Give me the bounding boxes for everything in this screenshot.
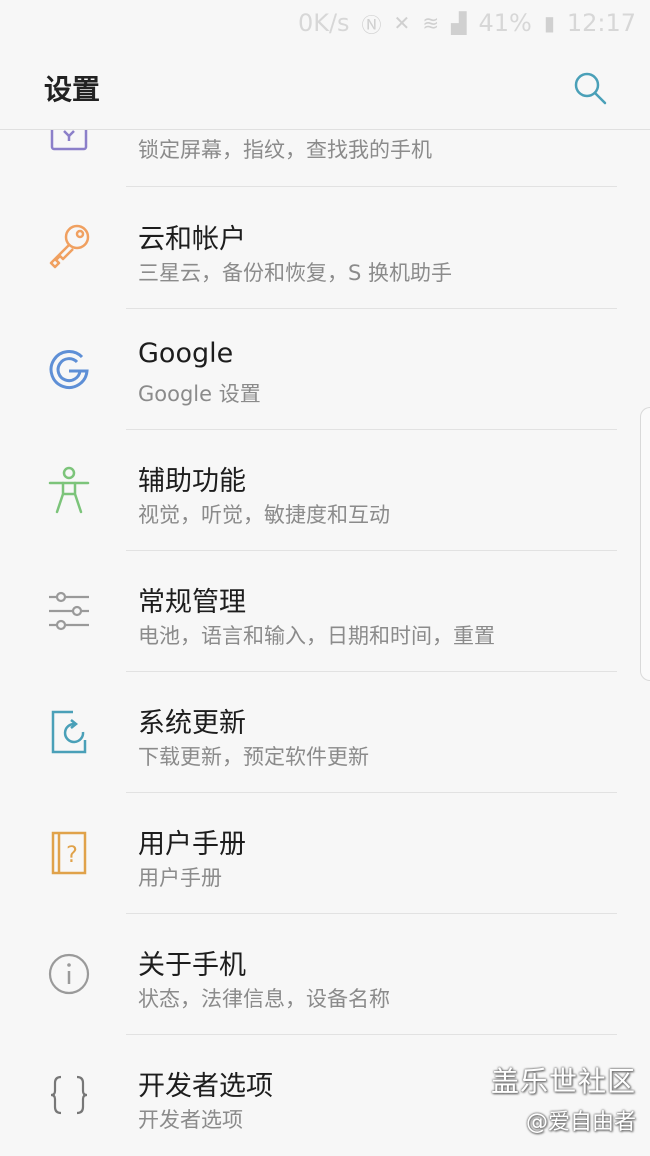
clock: 12:17 bbox=[566, 9, 636, 37]
settings-item-title: 开发者选项 bbox=[138, 1071, 273, 1102]
settings-item-cloud-accounts[interactable]: 云和帐户 三星云，备份和恢复，S 换机助手 bbox=[0, 187, 650, 309]
user-manual-icon: ? bbox=[44, 828, 94, 878]
settings-item-subtitle: 下载更新，预定软件更新 bbox=[138, 745, 369, 769]
watermark-main: 盖乐世社区 bbox=[490, 1065, 636, 1098]
settings-item-google[interactable]: Google Google 设置 bbox=[0, 308, 650, 430]
settings-item-title: 云和帐户 bbox=[138, 224, 246, 255]
settings-item-title: 辅助功能 bbox=[138, 466, 246, 497]
settings-item-subtitle: 三星云，备份和恢复，S 换机助手 bbox=[138, 261, 453, 285]
search-button[interactable] bbox=[570, 68, 610, 108]
sliders-icon bbox=[44, 586, 94, 636]
developer-braces-icon bbox=[44, 1070, 94, 1120]
settings-list: 锁定屏幕，指纹，查找我的手机 云和帐户 三星云，备份和恢复，S 换机助手 Goo… bbox=[0, 130, 650, 1156]
settings-item-title: 系统更新 bbox=[138, 708, 246, 739]
key-icon bbox=[44, 221, 94, 271]
settings-item-title: 用户手册 bbox=[138, 829, 246, 860]
settings-item-subtitle: 用户手册 bbox=[138, 866, 222, 890]
settings-item-accessibility[interactable]: 辅助功能 视觉，听觉，敏捷度和互动 bbox=[0, 429, 650, 551]
settings-item-subtitle: Google 设置 bbox=[138, 382, 261, 406]
net-speed: 0K/s bbox=[297, 9, 350, 37]
accessibility-icon bbox=[44, 465, 94, 515]
google-icon bbox=[44, 344, 94, 394]
settings-item-title: 关于手机 bbox=[138, 950, 246, 981]
watermark-sub: @爱自由者 bbox=[525, 1110, 636, 1135]
search-icon bbox=[574, 72, 607, 104]
system-update-icon bbox=[44, 707, 94, 757]
page-title: 设置 bbox=[44, 72, 101, 106]
mute-icon: ✕ bbox=[393, 11, 411, 35]
watermark: 盖乐世社区 @爱自由者 bbox=[491, 1060, 636, 1136]
edge-panel-handle[interactable] bbox=[640, 407, 650, 681]
settings-item-general-management[interactable]: 常规管理 电池，语言和输入，日期和时间，重置 bbox=[0, 550, 650, 672]
nfc-icon: Ⓝ bbox=[361, 12, 382, 37]
info-icon bbox=[44, 949, 94, 999]
svg-text:?: ? bbox=[66, 843, 78, 868]
lock-screen-icon bbox=[44, 130, 94, 166]
settings-item-lock-screen[interactable]: 锁定屏幕，指纹，查找我的手机 bbox=[0, 130, 650, 187]
settings-item-title: 常规管理 bbox=[138, 587, 246, 618]
settings-item-user-manual[interactable]: ? 用户手册 用户手册 bbox=[0, 792, 650, 914]
settings-item-subtitle: 锁定屏幕，指纹，查找我的手机 bbox=[138, 138, 432, 162]
settings-item-subtitle: 电池，语言和输入，日期和时间，重置 bbox=[138, 624, 495, 648]
settings-item-system-update[interactable]: 系统更新 下载更新，预定软件更新 bbox=[0, 671, 650, 793]
settings-item-about-phone[interactable]: 关于手机 状态，法律信息，设备名称 bbox=[0, 913, 650, 1035]
signal-icon: ▟ bbox=[451, 11, 467, 35]
wifi-icon: ≋ bbox=[422, 11, 440, 35]
app-bar: 设置 bbox=[0, 46, 650, 130]
settings-item-subtitle: 开发者选项 bbox=[138, 1108, 243, 1132]
status-bar: 0K/s Ⓝ ✕ ≋ ▟ 41% ▮ 12:17 bbox=[0, 0, 650, 46]
settings-item-subtitle: 状态，法律信息，设备名称 bbox=[138, 987, 390, 1011]
battery-level: 41% bbox=[478, 9, 532, 37]
settings-item-subtitle: 视觉，听觉，敏捷度和互动 bbox=[138, 503, 390, 527]
settings-item-title: Google bbox=[138, 338, 234, 369]
battery-icon: ▮ bbox=[543, 11, 555, 35]
